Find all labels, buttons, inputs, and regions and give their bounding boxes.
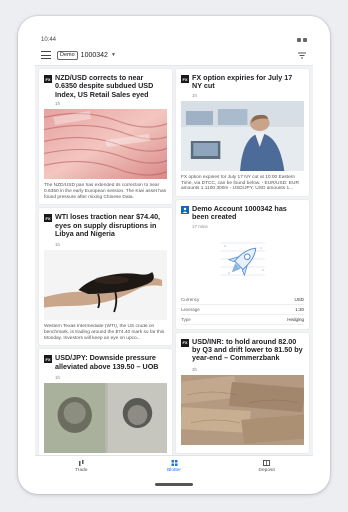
publisher-logo-icon: FX xyxy=(44,214,52,223)
nav-deposit-label: Deposit xyxy=(258,468,275,473)
home-indicator[interactable] xyxy=(155,483,193,486)
account-time: 17 mins xyxy=(192,223,208,229)
news-card-usdjpy[interactable]: FX USD/JPY: Downside pressure alleviated… xyxy=(39,349,172,462)
deposit-wallet-icon xyxy=(263,460,271,466)
chevron-down-icon: ▼ xyxy=(110,52,116,58)
nav-trade[interactable]: Trade xyxy=(35,456,128,477)
feed-column-left: FX NZD/USD corrects to near 0.6350 despi… xyxy=(39,69,172,462)
trader-image xyxy=(181,100,304,171)
news-card-nzdusd[interactable]: FX NZD/USD corrects to near 0.6350 despi… xyxy=(39,69,172,205)
demo-badge: Demo xyxy=(57,50,78,60)
account-type-row: Type Hedging xyxy=(181,315,304,325)
nav-deposit[interactable]: Deposit xyxy=(220,456,313,477)
oil-hand-image xyxy=(44,250,167,321)
news-card-wti[interactable]: FX WTI loses traction near $74.40, eyes … xyxy=(39,208,172,346)
news-headline: USD/INR: to hold around 82.00 by Q3 and … xyxy=(192,336,303,363)
info-value: USD xyxy=(294,296,304,302)
publisher-logo-icon: FX xyxy=(44,75,52,83)
publisher-logo-icon: FX xyxy=(181,338,189,347)
feed-column-right: FX FX option expiries for July 17 NY cut… xyxy=(176,69,309,456)
blotter-grid-icon xyxy=(171,460,177,466)
account-created-card[interactable]: Demo Account 1000342 has been created 17… xyxy=(176,199,309,329)
filter-icon[interactable] xyxy=(297,50,307,60)
tablet-frame: 10:44 Demo 1000342 ▼ FX NZD/USD corrects… xyxy=(18,16,330,494)
info-label: Leverage xyxy=(181,306,200,312)
publisher-logo-icon: FX xyxy=(44,355,52,364)
inr-banknotes-image xyxy=(181,374,304,445)
news-card-usdinr[interactable]: FX USD/INR: to hold around 82.00 by Q3 a… xyxy=(176,332,309,453)
news-summary: Western Texas Intermediate (WTI), the US… xyxy=(44,324,165,341)
trade-chart-icon xyxy=(78,460,84,466)
nzd-banknotes-image xyxy=(44,109,167,180)
news-card-fx-options[interactable]: FX FX option expiries for July 17 NY cut… xyxy=(176,69,309,196)
usd-jpy-banknotes-image xyxy=(44,383,167,454)
info-label: Type xyxy=(181,316,191,322)
account-icon xyxy=(181,205,189,214)
account-leverage-row: Leverage 1:30 xyxy=(181,305,304,315)
news-summary: FX option expiries for July 17 NY cut at… xyxy=(181,174,299,192)
status-bar: 10:44 xyxy=(35,35,313,45)
news-headline: FX option expiries for July 17 NY cut xyxy=(192,73,293,91)
news-headline: USD/JPY: Downside pressure alleviated ab… xyxy=(55,353,159,371)
news-time: 3h xyxy=(192,366,198,372)
app-bar: Demo 1000342 ▼ xyxy=(35,45,313,66)
nav-trade-label: Trade xyxy=(75,468,88,473)
nav-blotter[interactable]: Blotter xyxy=(128,456,221,477)
rocket-illustration xyxy=(181,237,304,285)
news-headline: WTI loses traction near $74.40, eyes on … xyxy=(55,212,161,239)
news-headline: NZD/USD corrects to near 0.6350 despite … xyxy=(55,73,154,99)
news-time: 1h xyxy=(192,92,198,98)
news-time: 1h xyxy=(55,242,61,248)
nav-blotter-label: Blotter xyxy=(167,468,181,473)
app-screen: 10:44 Demo 1000342 ▼ FX NZD/USD corrects… xyxy=(35,35,313,477)
status-time: 10:44 xyxy=(41,37,57,43)
wifi-icon xyxy=(297,38,301,42)
hamburger-menu-icon[interactable] xyxy=(41,51,51,59)
info-value: Hedging xyxy=(287,316,304,322)
publisher-logo-icon: FX xyxy=(181,75,189,83)
account-number: 1000342 xyxy=(80,51,108,59)
info-value: 1:30 xyxy=(295,306,304,312)
bottom-navigation: Trade Blotter Deposit xyxy=(35,455,313,477)
news-time: 1h xyxy=(55,375,61,381)
news-time: 1h xyxy=(55,101,61,107)
account-selector[interactable]: Demo 1000342 ▼ xyxy=(57,50,116,60)
news-summary: The NZD/USD pair has extended its correc… xyxy=(44,183,167,200)
account-currency-row: Currency USD xyxy=(181,295,304,305)
status-icons xyxy=(297,38,307,42)
news-feed: FX NZD/USD corrects to near 0.6350 despi… xyxy=(35,65,313,462)
account-headline: Demo Account 1000342 has been created xyxy=(192,203,287,222)
info-label: Currency xyxy=(181,296,200,302)
battery-icon xyxy=(303,38,307,42)
